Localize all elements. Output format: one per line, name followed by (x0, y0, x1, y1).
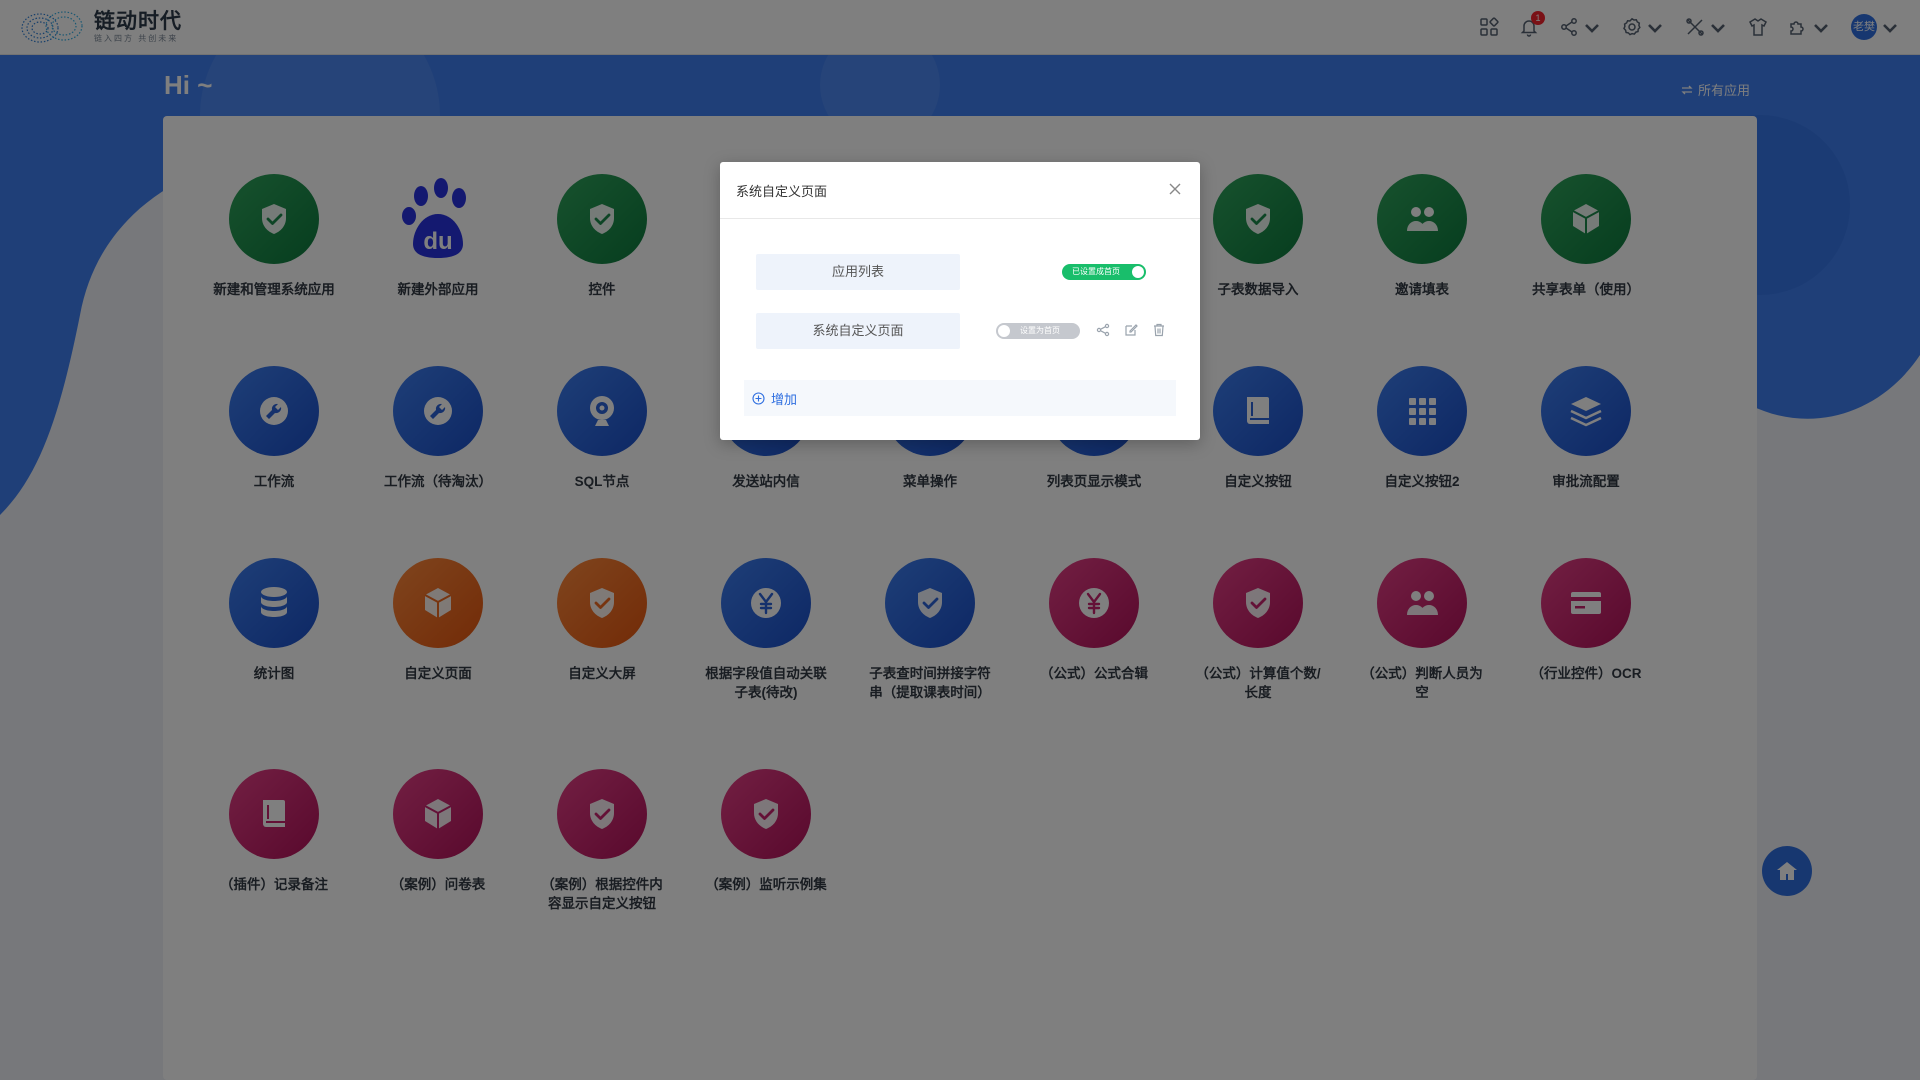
home-toggle-off[interactable]: 设置为首页 (996, 323, 1080, 339)
toggle-knob (998, 325, 1010, 337)
toggle-knob (1132, 266, 1144, 278)
trash-icon[interactable] (1152, 323, 1166, 337)
dialog-header: 系统自定义页面 (720, 162, 1200, 219)
plus-circle-icon (752, 391, 765, 405)
share-icon[interactable] (1096, 323, 1110, 337)
page-name[interactable]: 应用列表 (756, 254, 960, 290)
edit-icon[interactable] (1124, 323, 1138, 337)
page-row-custom-page: 系统自定义页面 设置为首页 (756, 313, 1176, 349)
home-toggle-on[interactable]: 已设置成首页 (1062, 264, 1146, 280)
page-row-app-list: 应用列表 已设置成首页 (756, 254, 1176, 290)
custom-page-dialog: 系统自定义页面 应用列表 已设置成首页 系统自定义页面 设置为首页 增加 (720, 162, 1200, 440)
toggle-label: 已设置成首页 (1072, 267, 1120, 276)
dialog-title: 系统自定义页面 (736, 184, 828, 199)
add-label: 增加 (771, 391, 798, 407)
close-icon[interactable] (1168, 182, 1182, 196)
add-page-button[interactable]: 增加 (744, 380, 1176, 416)
page-name[interactable]: 系统自定义页面 (756, 313, 960, 349)
toggle-label: 设置为首页 (1020, 326, 1060, 335)
